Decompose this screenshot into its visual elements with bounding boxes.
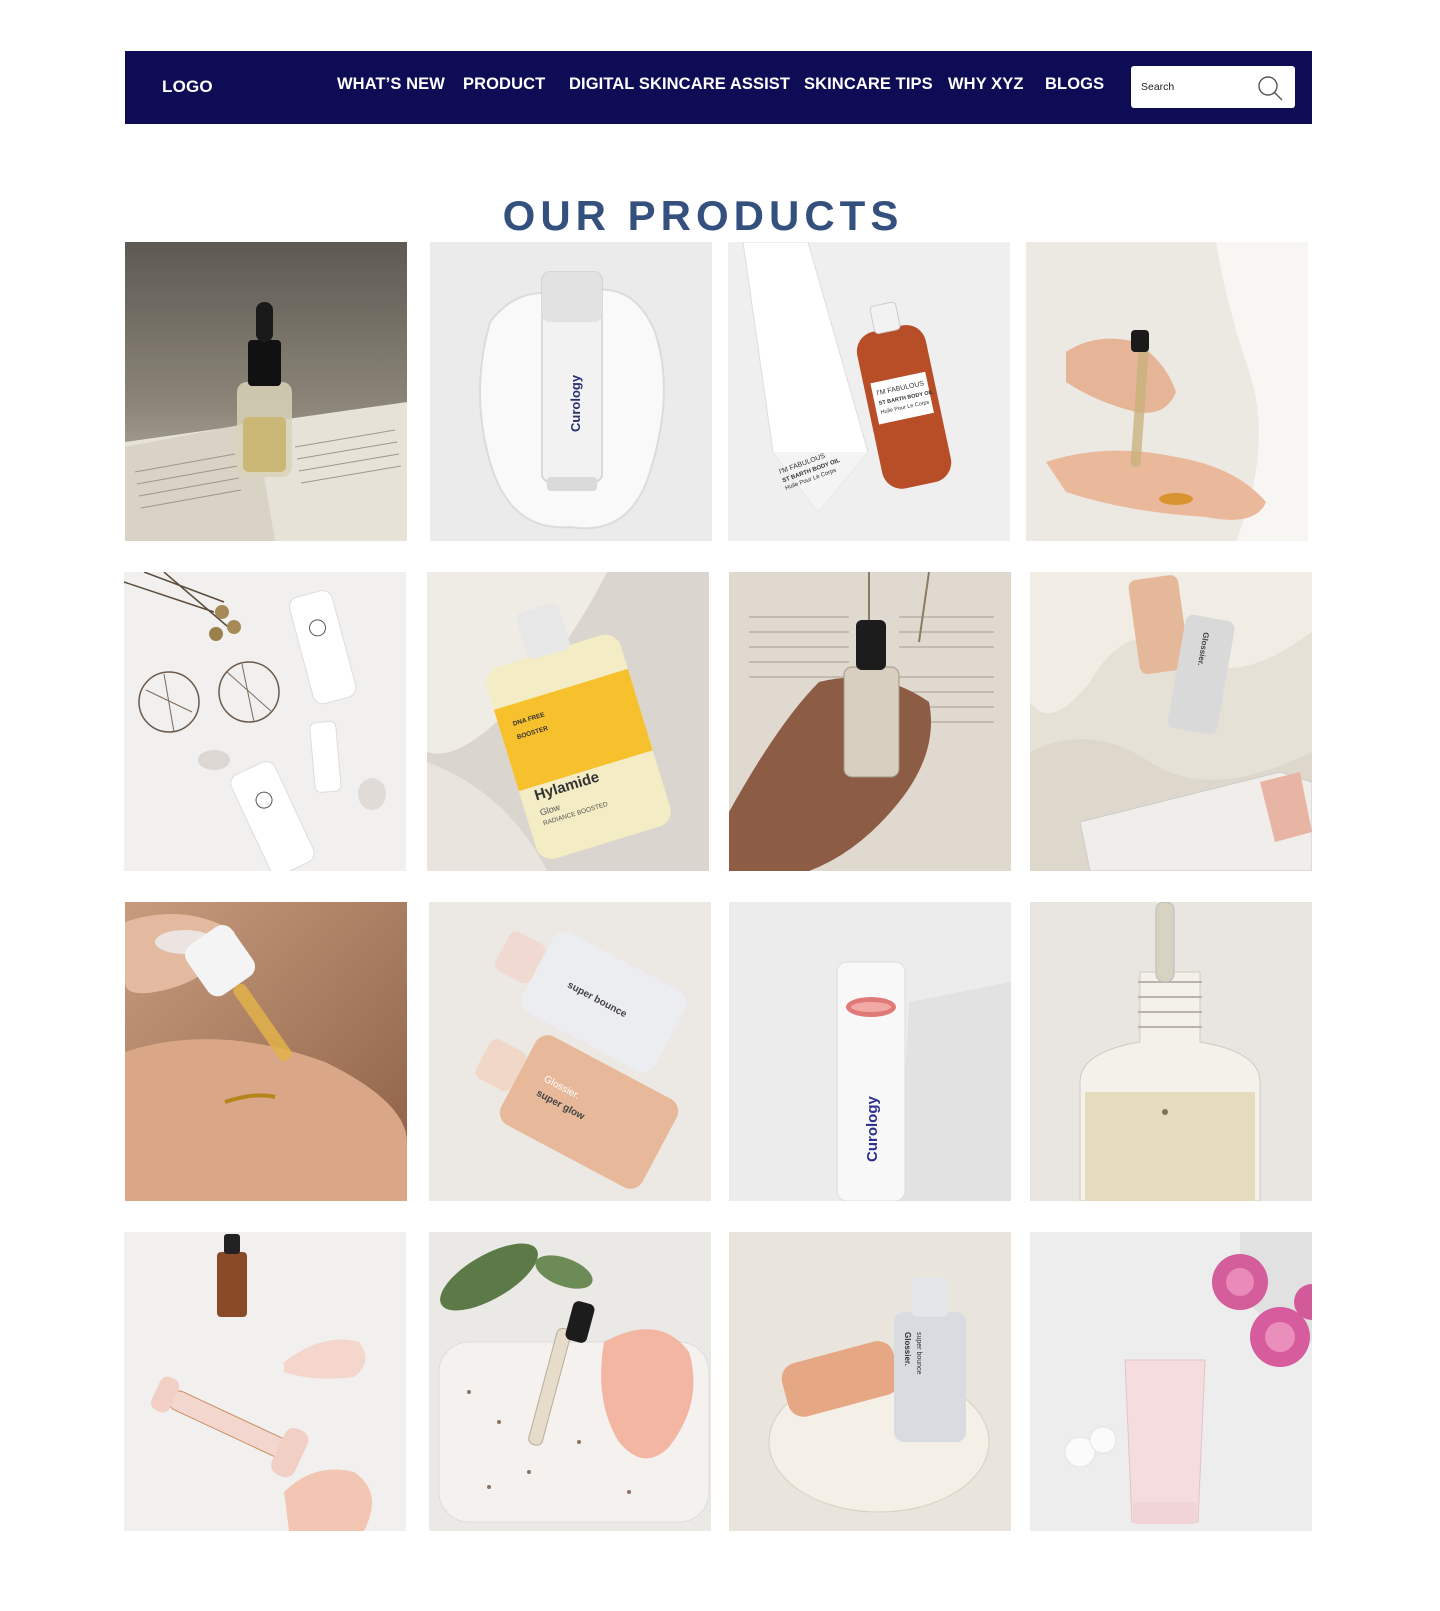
curology-tube-label: Curology <box>864 1096 881 1162</box>
body-oil-bottle-image: I'M FABULOUS ST BARTH BODY OIL Huile Pou… <box>728 242 1010 541</box>
product-tile-12[interactable] <box>1030 902 1312 1201</box>
serum-bottle-closeup-image <box>1030 902 1312 1201</box>
product-tile-9[interactable] <box>125 902 407 1201</box>
product-tile-8[interactable]: Glossier. <box>1030 572 1312 871</box>
product-tile-14[interactable] <box>429 1232 711 1531</box>
product-tile-7[interactable] <box>729 572 1011 871</box>
product-tile-16[interactable] <box>1030 1232 1312 1531</box>
glossier-bottles-fabric-image: Glossier. <box>1030 572 1312 871</box>
nav-digital-skincare-assist[interactable]: DIGITAL SKINCARE ASSIST <box>569 75 790 94</box>
product-tile-11[interactable]: Curology <box>729 902 1011 1201</box>
logo[interactable]: LOGO <box>162 77 213 97</box>
curology-bottle-cream-image: Curology <box>430 242 712 541</box>
hands-dropper-oil-image <box>1026 242 1308 541</box>
product-tile-13[interactable] <box>124 1232 406 1531</box>
rose-quartz-roller-image <box>124 1232 406 1531</box>
nav-whats-new[interactable]: WHAT’S NEW <box>337 75 445 94</box>
page-title: OUR PRODUCTS <box>502 192 904 240</box>
glossier-super-glow-image: super bounce Glossier. super glow <box>429 902 711 1201</box>
product-tile-5[interactable] <box>124 572 406 871</box>
search-input[interactable] <box>1141 77 1251 97</box>
hylamide-glow-bottle-image: DNA FREE BOOSTER Hylamide Glow RADIANCE … <box>427 572 709 871</box>
product-tile-15[interactable]: Glossier. super bounce <box>729 1232 1011 1531</box>
nav-blogs[interactable]: BLOGS <box>1045 75 1104 94</box>
nav-product[interactable]: PRODUCT <box>463 75 545 94</box>
curology-label: Curology <box>568 374 583 432</box>
dropper-on-skin-image <box>125 902 407 1201</box>
serum-dropper-book-image <box>125 242 407 541</box>
glossier-bottle-name: super bounce <box>915 1332 922 1375</box>
nav-why-xyz[interactable]: WHY XYZ <box>948 75 1024 94</box>
nav-skincare-tips[interactable]: SKINCARE TIPS <box>804 75 933 94</box>
product-tile-4[interactable] <box>1026 242 1308 541</box>
pink-tube-roses-image <box>1030 1232 1312 1531</box>
search-icon[interactable] <box>1256 74 1284 102</box>
product-tile-1[interactable] <box>125 242 407 541</box>
product-tile-2[interactable]: Curology <box>430 242 712 541</box>
search-box[interactable] <box>1131 66 1295 108</box>
top-navbar: LOGO WHAT’S NEW PRODUCT DIGITAL SKINCARE… <box>125 51 1312 124</box>
product-tile-3[interactable]: I'M FABULOUS ST BARTH BODY OIL Huile Pou… <box>728 242 1010 541</box>
glossier-bottles-marble-image: Glossier. super bounce <box>729 1232 1011 1531</box>
product-tile-6[interactable]: DNA FREE BOOSTER Hylamide Glow RADIANCE … <box>427 572 709 871</box>
ohne-bottles-shells-image <box>124 572 406 871</box>
hand-holding-serum-book-image <box>729 572 1011 871</box>
gua-sha-tray-dropper-image <box>429 1232 711 1531</box>
curology-lip-tube-image: Curology <box>729 902 1011 1201</box>
glossier-bottle-brand: Glossier. <box>903 1332 912 1366</box>
product-tile-10[interactable]: super bounce Glossier. super glow <box>429 902 711 1201</box>
